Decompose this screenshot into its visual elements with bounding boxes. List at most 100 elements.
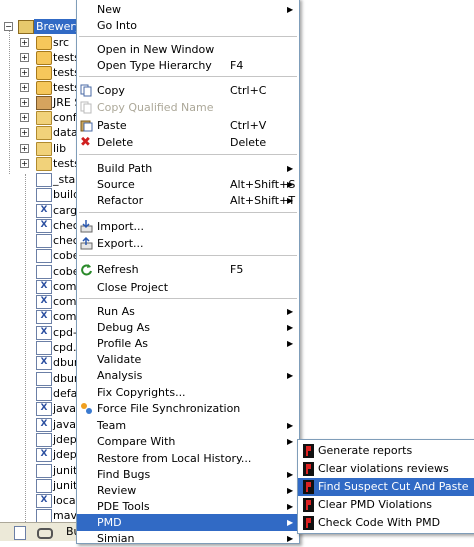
file-icon — [36, 387, 52, 401]
menu-item-analysis[interactable]: Analysis ▶ — [77, 367, 299, 384]
menu-item-find-bugs[interactable]: Find Bugs ▶ — [77, 466, 299, 483]
menu-item-open-type-hierarchy[interactable]: Open Type Hierarchy F4 — [77, 57, 299, 74]
link-icon[interactable] — [37, 528, 53, 539]
menu-item-restore-from-local-history[interactable]: Restore from Local History... — [77, 450, 299, 467]
file-icon — [36, 509, 52, 523]
menu-item-label: Delete — [97, 136, 134, 149]
menu-item-copy[interactable]: Copy Ctrl+C — [77, 82, 299, 99]
menu-item-label: Restore from Local History... — [97, 452, 252, 465]
source-folder-icon — [36, 51, 52, 65]
menu-item-paste[interactable]: Paste Ctrl+V — [77, 117, 299, 134]
menu-item-build-path[interactable]: Build Path ▶ — [77, 160, 299, 177]
menu-item-label: Paste — [97, 119, 127, 132]
menu-item-import[interactable]: Import... — [77, 218, 299, 235]
submenu-arrow-icon: ▶ — [287, 437, 294, 446]
menu-item-pmd[interactable]: PMD ▶ — [77, 514, 299, 531]
menu-item-force-file-synchronization[interactable]: Force File Synchronization — [77, 400, 299, 417]
menu-item-label: Copy — [97, 84, 125, 97]
menu-item-refactor[interactable]: Refactor Alt+Shift+T ▶ — [77, 192, 299, 209]
tree-item-label: chec — [53, 234, 79, 247]
expand-icon[interactable]: + — [20, 98, 29, 107]
menu-item-fix-copyrights[interactable]: Fix Copyrights... — [77, 384, 299, 401]
menu-item-run-as[interactable]: Run As ▶ — [77, 303, 299, 320]
submenu-arrow-icon: ▶ — [287, 164, 294, 173]
menu-item-label: Source — [97, 178, 135, 191]
pmd-icon — [303, 498, 314, 512]
expand-icon[interactable]: + — [20, 53, 29, 62]
expand-icon[interactable]: + — [20, 113, 29, 122]
submenu-item-find-suspect-cut-and-paste[interactable]: Find Suspect Cut And Paste — [298, 478, 474, 496]
expand-icon[interactable]: + — [20, 83, 29, 92]
file-icon — [36, 188, 52, 202]
menu-separator — [79, 212, 297, 213]
menu-item-export[interactable]: Export... — [77, 235, 299, 252]
xml-file-icon: X — [36, 402, 52, 416]
submenu-arrow-icon: ▶ — [287, 180, 294, 189]
submenu-arrow-icon: ▶ — [287, 502, 294, 511]
menu-item-open-in-new-window[interactable]: Open in New Window — [77, 41, 299, 58]
menu-item-new[interactable]: New ▶ — [77, 1, 299, 18]
menu-item-review[interactable]: Review ▶ — [77, 482, 299, 499]
file-icon — [36, 464, 52, 478]
menu-separator — [79, 36, 297, 37]
submenu-arrow-icon: ▶ — [287, 470, 294, 479]
menu-item-debug-as[interactable]: Debug As ▶ — [77, 319, 299, 336]
export-icon — [80, 236, 93, 250]
expand-icon[interactable]: + — [20, 38, 29, 47]
pmd-icon — [303, 462, 314, 476]
expand-icon[interactable]: + — [20, 128, 29, 137]
submenu-arrow-icon: ▶ — [287, 5, 294, 14]
file-icon — [36, 433, 52, 447]
context-menu: New ▶ Go Into Open in New Window Open Typ… — [76, 0, 300, 547]
collapse-icon[interactable]: − — [4, 22, 13, 31]
menu-item-compare-with[interactable]: Compare With ▶ — [77, 433, 299, 450]
submenu-item-clear-pmd-violations[interactable]: Clear PMD Violations — [298, 496, 474, 514]
xml-file-icon: X — [36, 448, 52, 462]
new-view-icon[interactable] — [14, 526, 26, 540]
tree-item-label: chec — [53, 219, 79, 232]
file-icon — [36, 173, 52, 187]
menu-separator — [79, 154, 297, 155]
menu-item-accelerator: Alt+Shift+T — [230, 194, 296, 207]
pmd-icon — [303, 480, 314, 494]
folder-icon — [36, 111, 52, 125]
menu-item-label: New — [97, 3, 121, 16]
menu-item-label: Build Path — [97, 162, 153, 175]
menu-item-label: Team — [97, 419, 127, 432]
menu-item-label: Force File Synchronization — [97, 402, 241, 415]
submenu-item-clear-violations-reviews[interactable]: Clear violations reviews — [298, 460, 474, 478]
menu-item-simian[interactable]: Simian ▶ — [77, 530, 299, 547]
copy-qualified-icon — [80, 101, 93, 114]
source-folder-icon — [36, 36, 52, 50]
submenu-arrow-icon: ▶ — [287, 421, 294, 430]
menu-item-delete[interactable]: ✖ Delete Delete — [77, 134, 299, 151]
submenu-item-check-code-with-pmd[interactable]: Check Code With PMD — [298, 514, 474, 532]
submenu-item-generate-reports[interactable]: Generate reports — [298, 442, 474, 460]
xml-file-icon: X — [36, 356, 52, 370]
sync-icon — [80, 402, 93, 415]
menu-item-label: Compare With — [97, 435, 176, 448]
menu-item-validate[interactable]: Validate — [77, 351, 299, 368]
menu-item-pde-tools[interactable]: PDE Tools ▶ — [77, 498, 299, 515]
menu-item-copy-qualified-name[interactable]: Copy Qualified Name — [77, 99, 299, 116]
menu-item-profile-as[interactable]: Profile As ▶ — [77, 335, 299, 352]
paste-icon — [80, 119, 93, 132]
submenu-item-label: Clear PMD Violations — [318, 498, 433, 511]
menu-item-label: Review — [97, 484, 137, 497]
menu-item-source[interactable]: Source Alt+Shift+S ▶ — [77, 176, 299, 193]
file-icon — [36, 372, 52, 386]
menu-item-close-project[interactable]: Close Project — [77, 279, 299, 296]
menu-separator — [79, 255, 297, 256]
expand-icon[interactable]: + — [20, 144, 29, 153]
menu-item-label: Go Into — [97, 19, 138, 32]
menu-item-label: Validate — [97, 353, 142, 366]
expand-icon[interactable]: + — [20, 68, 29, 77]
refresh-icon — [80, 263, 93, 276]
menu-item-team[interactable]: Team ▶ — [77, 417, 299, 434]
menu-item-label: Analysis — [97, 369, 143, 382]
menu-item-go-into[interactable]: Go Into — [77, 17, 299, 34]
expand-icon[interactable]: + — [20, 159, 29, 168]
xml-file-icon: X — [36, 418, 52, 432]
menu-item-refresh[interactable]: Refresh F5 — [77, 261, 299, 278]
submenu-arrow-icon: ▶ — [287, 371, 294, 380]
